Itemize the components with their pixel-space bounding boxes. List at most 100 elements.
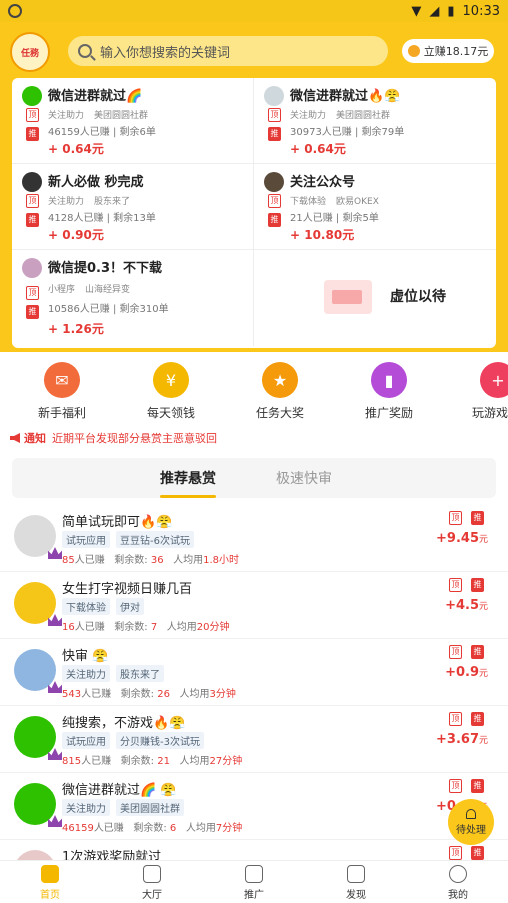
search-placeholder: 输入你想搜索的关键词 (100, 45, 231, 61)
search-input[interactable]: 输入你想搜索的关键词 (68, 36, 388, 66)
task-title: 快审 😤 (62, 649, 109, 664)
earned-count: 46159 (62, 823, 94, 834)
recommend-badge: 推 (268, 213, 281, 227)
crown-icon (48, 748, 62, 760)
price-unit: 元 (478, 535, 488, 545)
avg-label: 人均用 (166, 622, 197, 633)
remain-label: 剩余数: (114, 622, 151, 633)
task-stat: 10586人已赚 | 剩余310单 (48, 304, 169, 315)
earned-count: 85 (62, 555, 75, 566)
crown-icon (48, 614, 62, 626)
earned-count: 543 (62, 689, 82, 700)
top-badge: 顶 (449, 712, 462, 726)
earned-count: 815 (62, 756, 82, 767)
quick-nav-promo[interactable]: ▮ 推广奖励 (349, 362, 429, 421)
task-price: + 0.64元 (48, 142, 104, 156)
task-stat: 30973人已赚 | 剩余79单 (290, 127, 405, 138)
task-avatar (264, 172, 284, 192)
remain-count: 26 (157, 689, 170, 700)
search-icon (78, 44, 92, 58)
remain-count: 7 (150, 622, 158, 633)
avg-time: 27分钟 (209, 756, 243, 767)
task-tag: 小程序 (48, 285, 76, 295)
featured-task-card[interactable]: 新人必做 秒完成 顶 推 关注助力 股东来了 4128人已赚 | 剩余13单 + … (12, 164, 254, 250)
avg-time: 20分钟 (196, 622, 230, 633)
quick-nav-label: 新手福利 (37, 406, 86, 420)
task-title: 微信进群就过🌈 (48, 89, 143, 104)
bell-icon (466, 808, 476, 819)
nav-home[interactable]: 首页 (20, 865, 80, 901)
clock: 10:33 (462, 3, 500, 19)
remain-label: 剩余数: (120, 756, 158, 767)
pending-button[interactable]: 待处理 (448, 799, 494, 845)
list-item[interactable]: 纯搜索，不游戏🔥😤 试玩应用 分贝赚钱-3次试玩 815人已赚 剩余数: 21 人… (0, 706, 508, 773)
recommend-badge: 推 (268, 127, 281, 141)
top-badge: 顶 (449, 779, 462, 793)
recommend-badge: 推 (471, 578, 484, 592)
coin-icon (407, 45, 420, 57)
tab-fast-review[interactable]: 极速快审 (276, 468, 332, 488)
recommend-badge: 推 (471, 779, 484, 793)
recommend-badge: 推 (471, 712, 484, 726)
task-price: +0.9元 (445, 665, 488, 680)
quick-nav-game[interactable]: + 玩游戏 (458, 362, 508, 421)
quick-nav-task-prize[interactable]: ★ 任务大奖 (240, 362, 320, 421)
earned-label: 人已赚 (81, 689, 112, 700)
list-item[interactable]: 快审 😤 关注助力 股东来了 543人已赚 剩余数: 26 人均用3分钟 顶 推 … (0, 639, 508, 706)
earned-label: 人已赚 (74, 622, 105, 633)
top-badge: 顶 (449, 511, 462, 525)
app-logo[interactable]: 任務 (10, 32, 50, 72)
quick-nav-newbie[interactable]: ✉ 新手福利 (22, 362, 102, 421)
crown-icon (48, 681, 62, 693)
featured-task-card[interactable]: 微信进群就过🌈 顶 推 关注助力 美团圆圆社群 46159人已赚 | 剩余6单 +… (12, 78, 254, 164)
featured-task-card[interactable]: 关注公众号 顶 推 下载体验 欧易OKEX 21人已赚 | 剩余5单 + 10.8… (254, 164, 496, 250)
list-item[interactable]: 微信进群就过🌈 😤 关注助力 美团圆圆社群 46159人已赚 剩余数: 6 人均用… (0, 773, 508, 840)
nav-me[interactable]: 我的 (428, 865, 488, 901)
task-price: +3.67元 (436, 732, 488, 747)
list-tabs: 推荐悬赏 极速快审 (12, 458, 496, 498)
remain-label: 剩余数: (120, 689, 158, 700)
task-avatar (14, 649, 62, 693)
task-tag: 伊对 (116, 598, 144, 615)
price-value: +9.45 (436, 531, 479, 546)
task-avatar (14, 515, 62, 559)
nav-hall[interactable]: 大厅 (122, 865, 182, 901)
task-price: + 0.64元 (290, 142, 346, 156)
nav-promote[interactable]: 推广 (224, 865, 284, 901)
task-tag: 关注助力 (62, 665, 110, 682)
featured-task-card[interactable]: 微信提0.3！不下载 顶 推 小程序 山海经异变 10586人已赚 | 剩余310… (12, 250, 254, 346)
task-stat: 4128人已赚 | 剩余13单 (48, 213, 156, 224)
task-title: 关注公众号 (290, 175, 356, 190)
gift-icon: ✉ (44, 362, 80, 398)
wifi-icon: ▼ (411, 3, 422, 19)
featured-task-card[interactable]: 微信进群就过🔥😤 顶 推 关注助力 美团圆圆社群 30973人已赚 | 剩余79单… (254, 78, 496, 164)
status-bar: ▼ ◢ ▮ 10:33 (0, 0, 508, 22)
quick-nav-daily[interactable]: ¥ 每天领钱 (131, 362, 211, 421)
top-badge: 顶 (26, 108, 39, 122)
task-price: +9.45元 (436, 531, 488, 546)
recommend-badge: 推 (26, 127, 39, 141)
list-item[interactable]: 简单试玩即可🔥😤 试玩应用 豆豆钻-6次试玩 85人已赚 剩余数: 36 人均用1… (0, 505, 508, 572)
nav-label: 发现 (346, 890, 366, 901)
balance-button[interactable]: 立赚18.17元 (402, 39, 494, 63)
pending-label: 待处理 (456, 824, 486, 836)
list-item[interactable]: 女生打字视频日赚几百 下载体验 伊对 16人已赚 剩余数: 7 人均用20分钟 顶… (0, 572, 508, 639)
recommend-badge: 推 (26, 305, 39, 319)
nav-label: 我的 (448, 890, 468, 901)
task-avatar (14, 582, 62, 626)
task-avatar (264, 86, 284, 106)
tab-recommended[interactable]: 推荐悬赏 (160, 468, 216, 498)
task-avatar (14, 783, 62, 827)
notice-bar[interactable]: 通知 近期平台发现部分悬赏主恶意驳回 (10, 430, 500, 446)
earned-label: 人已赚 (74, 555, 105, 566)
placeholder-slot: 虚位以待 (254, 250, 496, 346)
task-avatar (14, 716, 62, 760)
task-tag: 欧易OKEX (336, 197, 379, 207)
nav-discover[interactable]: 发现 (326, 865, 386, 901)
task-avatar (22, 86, 42, 106)
task-price: +4.5元 (445, 598, 488, 613)
notice-text: 近期平台发现部分悬赏主恶意驳回 (52, 432, 217, 445)
task-tag: 股东来了 (116, 665, 164, 682)
task-tag: 关注助力 (290, 111, 327, 121)
task-tag: 关注助力 (48, 111, 85, 121)
